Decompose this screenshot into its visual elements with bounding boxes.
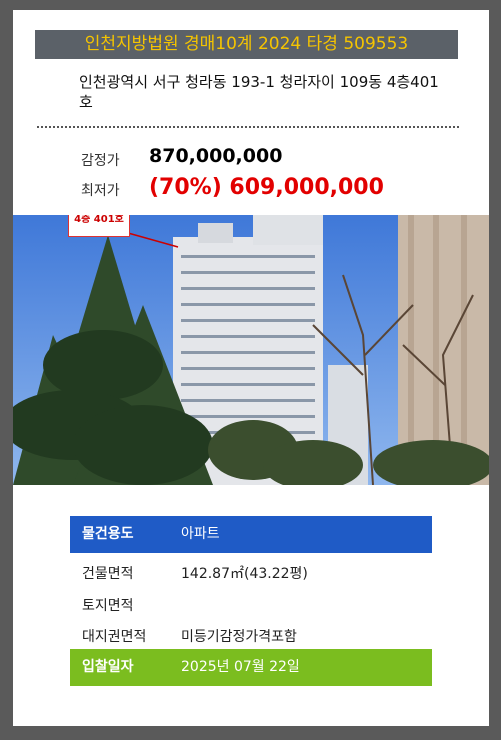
minimum-price-value: (70%) 609,000,000 <box>149 175 384 200</box>
case-title: 인천지방법원 경매10계 2024 타경 509553 <box>35 30 458 59</box>
apartment-photo-image <box>13 215 489 485</box>
usage-value: 아파트 <box>181 526 220 542</box>
property-address: 인천광역시 서구 청라동 193-1 청라자이 109동 4층401호 <box>79 73 439 111</box>
photo-unit-label-text: 4층 401호 <box>74 215 124 225</box>
appraised-price-value: 870,000,000 <box>149 145 283 167</box>
bid-date-row: 입찰일자 2025년 07월 22일 <box>70 649 432 686</box>
usage-label: 물건용도 <box>82 526 134 542</box>
usage-row: 물건용도 아파트 <box>70 516 432 553</box>
bid-date-value: 2025년 07월 22일 <box>181 659 300 675</box>
property-photo: 4층 401호 <box>13 215 489 485</box>
dotted-divider <box>37 126 459 128</box>
photo-unit-label: 4층 401호 <box>68 215 130 237</box>
minimum-price-label: 최저가 <box>81 183 120 199</box>
bid-date-label: 입찰일자 <box>82 659 134 675</box>
auction-card: 인천지방법원 경매10계 2024 타경 509553 인천광역시 서구 청라동… <box>13 10 489 726</box>
appraised-price-label: 감정가 <box>81 153 120 169</box>
